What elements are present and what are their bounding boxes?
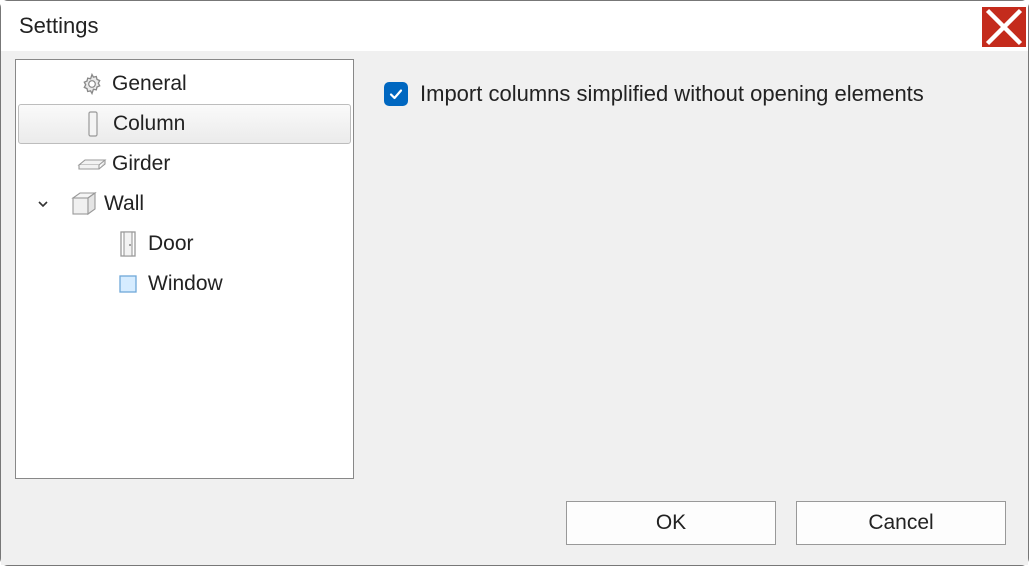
tree-label: Column bbox=[109, 112, 185, 136]
dialog-footer: OK Cancel bbox=[1, 501, 1028, 565]
cancel-button-label: Cancel bbox=[868, 511, 933, 535]
column-icon bbox=[77, 109, 109, 139]
wall-icon bbox=[68, 191, 100, 217]
import-simplified-row[interactable]: Import columns simplified without openin… bbox=[384, 81, 1008, 107]
tree-item-girder[interactable]: Girder bbox=[16, 144, 353, 184]
checkmark-icon bbox=[388, 86, 404, 102]
tree-label: General bbox=[108, 72, 187, 96]
window-icon bbox=[112, 274, 144, 294]
titlebar: Settings bbox=[1, 1, 1028, 51]
gear-icon bbox=[76, 72, 108, 96]
ok-button-label: OK bbox=[656, 511, 686, 535]
door-icon bbox=[112, 230, 144, 258]
girder-icon bbox=[76, 155, 108, 173]
close-icon bbox=[982, 5, 1026, 49]
tree-label: Wall bbox=[100, 192, 144, 216]
dialog-body: General Column Girder bbox=[1, 51, 1028, 501]
import-simplified-label: Import columns simplified without openin… bbox=[420, 81, 924, 107]
tree-label: Door bbox=[144, 232, 194, 256]
settings-content: Import columns simplified without openin… bbox=[354, 51, 1028, 501]
cancel-button[interactable]: Cancel bbox=[796, 501, 1006, 545]
tree-item-column[interactable]: Column bbox=[18, 104, 351, 144]
tree-label: Window bbox=[144, 272, 223, 296]
tree-item-door[interactable]: Door bbox=[16, 224, 353, 264]
tree-label: Girder bbox=[108, 152, 170, 176]
import-simplified-checkbox[interactable] bbox=[384, 82, 408, 106]
ok-button[interactable]: OK bbox=[566, 501, 776, 545]
tree-item-general[interactable]: General bbox=[16, 64, 353, 104]
chevron-down-icon bbox=[32, 198, 54, 210]
settings-dialog: Settings General Column bbox=[0, 0, 1029, 566]
tree-item-wall[interactable]: Wall bbox=[16, 184, 353, 224]
close-button[interactable] bbox=[982, 7, 1026, 47]
window-title: Settings bbox=[19, 13, 982, 39]
tree-item-window[interactable]: Window bbox=[16, 264, 353, 304]
settings-tree: General Column Girder bbox=[15, 59, 354, 479]
